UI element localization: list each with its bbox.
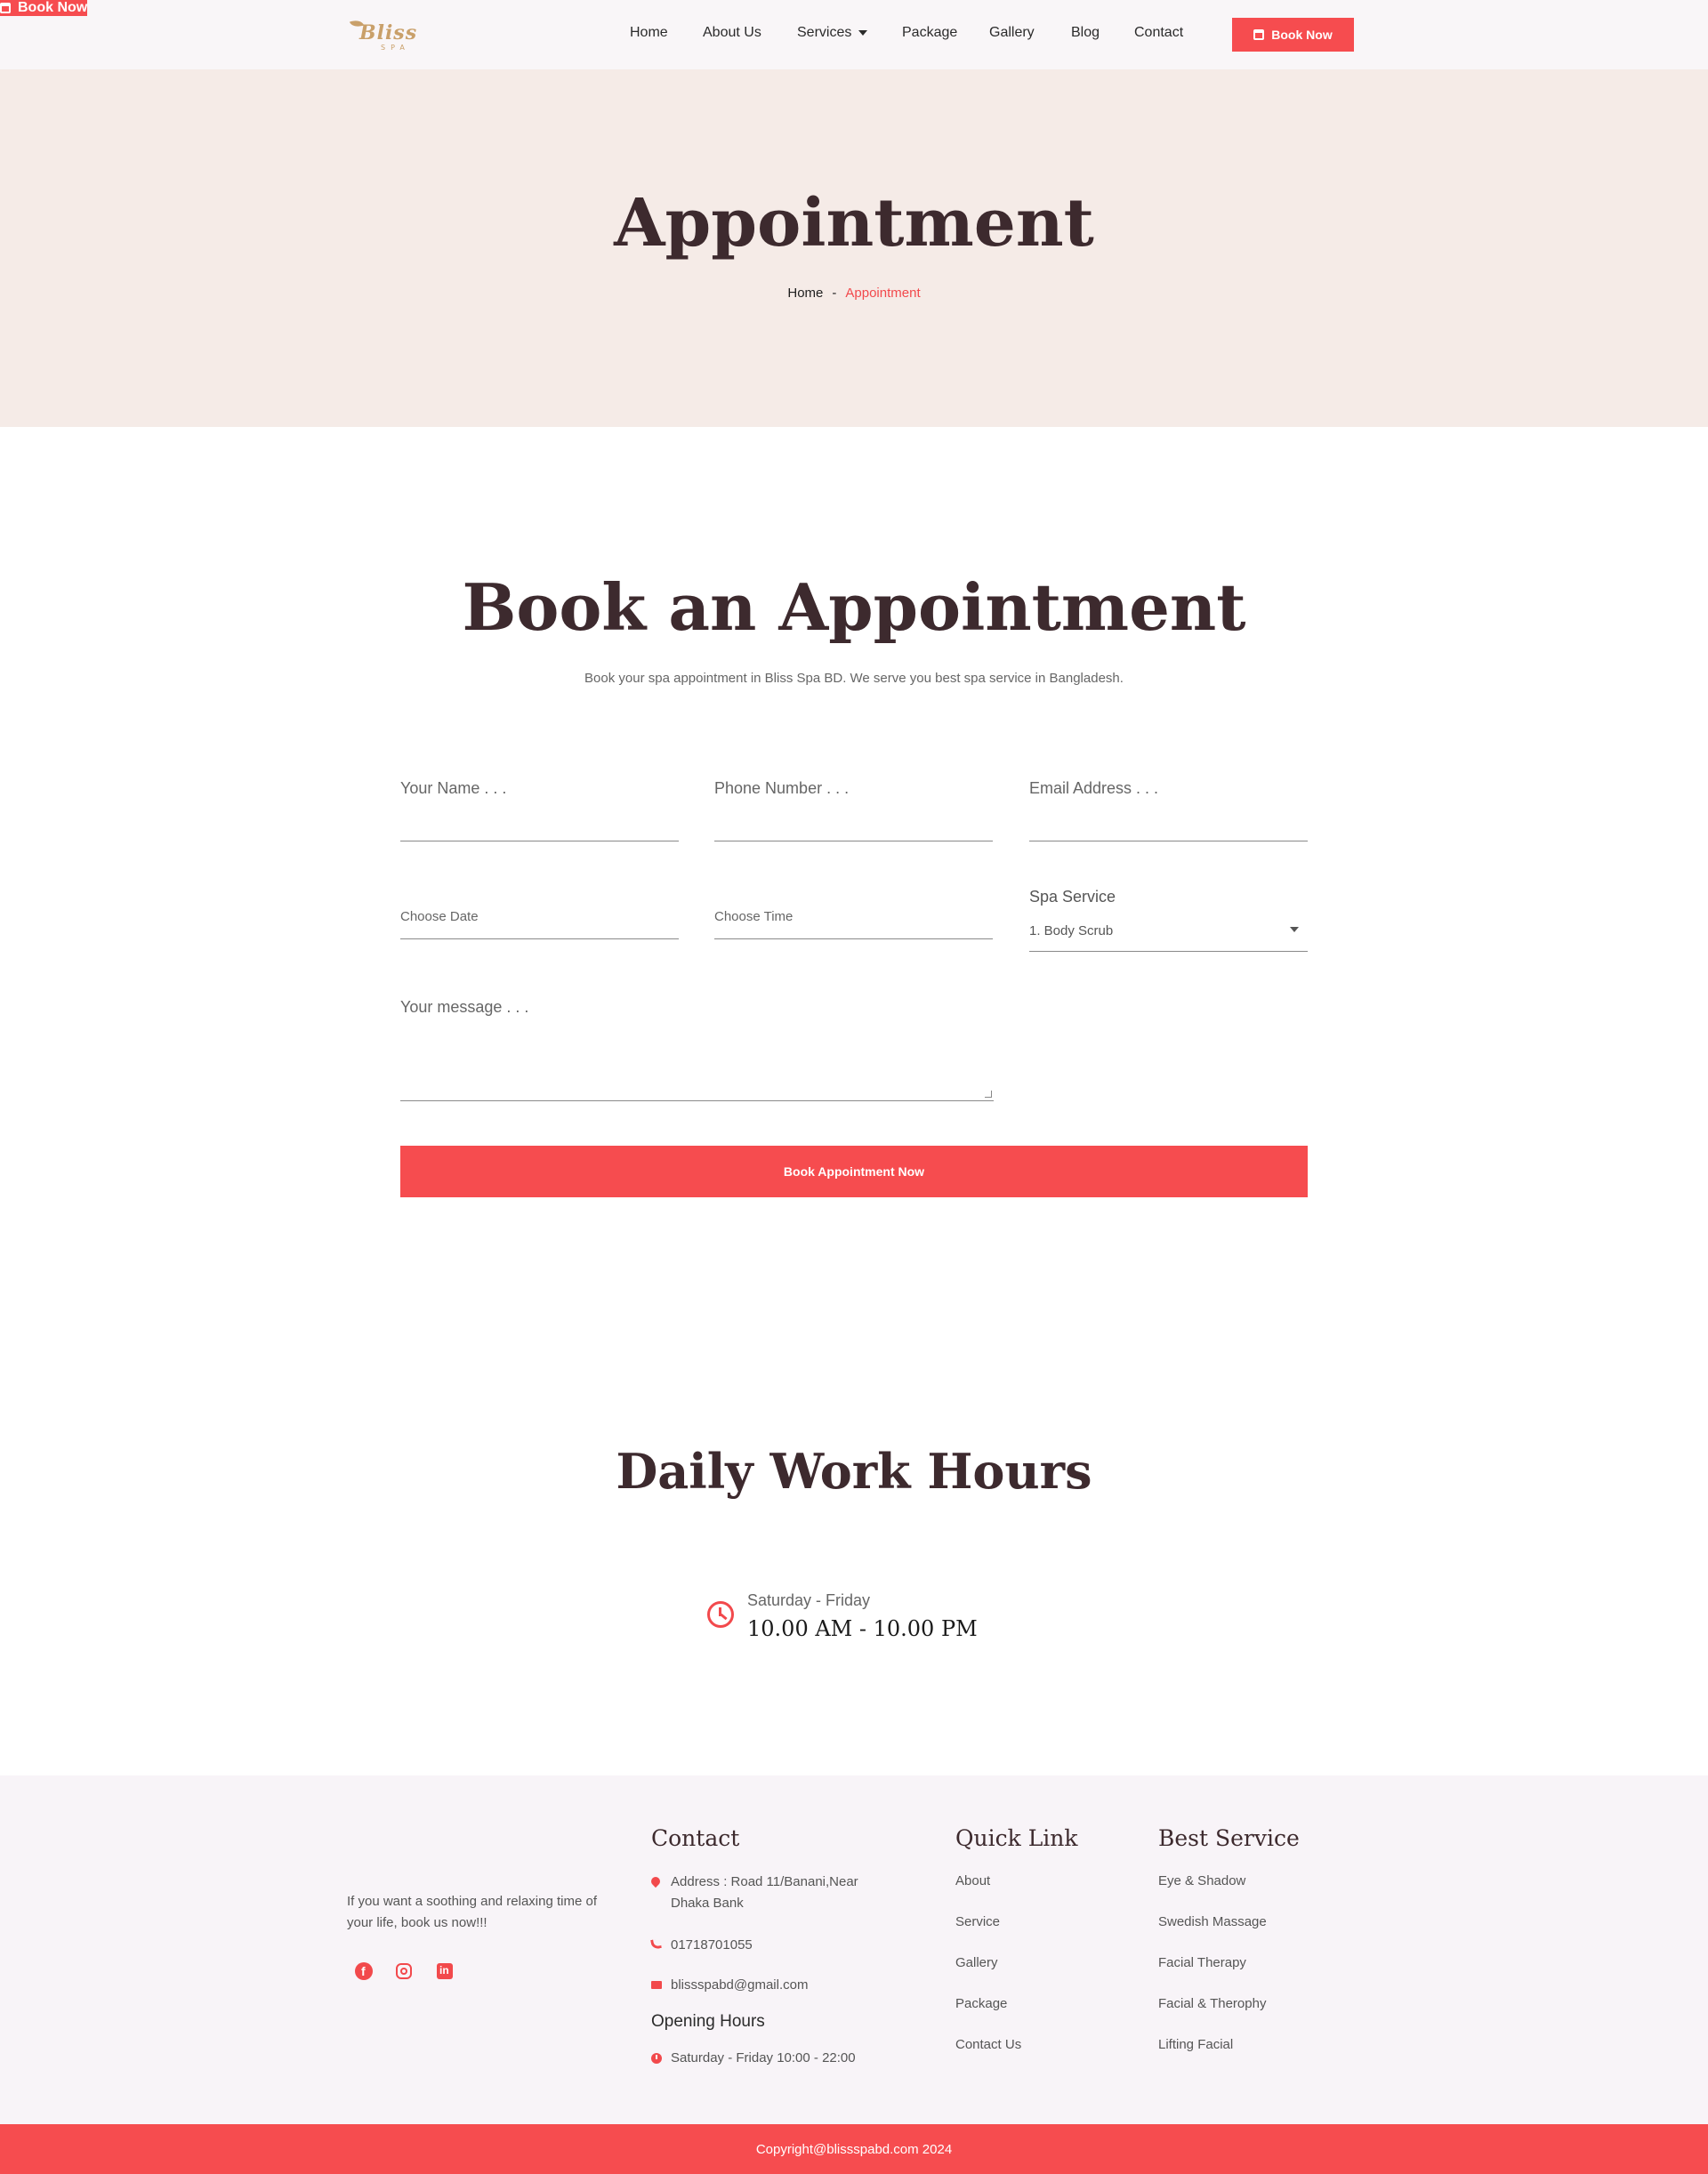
resize-handle-icon[interactable] — [985, 1091, 992, 1098]
best-service-link[interactable]: Facial & Therophy — [1158, 1996, 1266, 2011]
best-service-link[interactable]: Lifting Facial — [1158, 2037, 1233, 2052]
facebook-glyph: f — [361, 1964, 366, 1978]
footer-phone[interactable]: 01718701055 — [671, 1935, 753, 1956]
spa-service-select[interactable]: 1. Body Scrub — [1029, 916, 1308, 952]
chevron-down-icon — [1290, 927, 1299, 932]
envelope-icon — [651, 1981, 662, 1989]
clock-icon — [651, 2053, 662, 2064]
breadcrumb-current: Appointment — [845, 286, 921, 301]
nav-contact[interactable]: Contact — [1134, 25, 1183, 41]
site-footer — [0, 1775, 1708, 2124]
breadcrumb-home[interactable]: Home — [787, 286, 823, 301]
header-book-now-button[interactable]: Book Now — [1232, 18, 1354, 52]
nav-services-label: Services — [797, 25, 852, 40]
copyright-bar: Copyright@blissspabd.com 2024 — [0, 2124, 1708, 2174]
chevron-down-icon — [858, 29, 868, 36]
nav-home[interactable]: Home — [630, 25, 668, 41]
best-service-link[interactable]: Swedish Massage — [1158, 1914, 1267, 1929]
footer-address: Address : Road 11/Banani,Near Dhaka Bank — [671, 1874, 858, 1911]
book-appointment-button[interactable]: Book Appointment Now — [400, 1146, 1308, 1197]
booking-title: Book an Appointment — [462, 569, 1246, 645]
spa-service-label: Spa Service — [1029, 888, 1116, 906]
instagram-icon[interactable] — [396, 1963, 412, 1979]
quick-link-about[interactable]: About — [955, 1873, 990, 1888]
footer-email[interactable]: blissspabd@gmail.com — [671, 1975, 808, 1996]
linkedin-icon[interactable]: in — [437, 1963, 453, 1979]
page-hero: Appointment Home - Appointment — [0, 69, 1708, 427]
spa-service-value: 1. Body Scrub — [1029, 923, 1114, 938]
email-input[interactable] — [1029, 779, 1308, 798]
hours-title: Daily Work Hours — [616, 1443, 1092, 1500]
best-service-title: Best Service — [1158, 1825, 1300, 1851]
clock-icon — [707, 1601, 734, 1628]
best-service-link[interactable]: Eye & Shadow — [1158, 1873, 1245, 1888]
nav-services[interactable]: Services — [797, 25, 868, 41]
quick-link-service[interactable]: Service — [955, 1914, 1000, 1929]
quick-link-contact[interactable]: Contact Us — [955, 2037, 1021, 2052]
site-logo[interactable]: Bliss SPA — [347, 16, 418, 55]
site-header: Bliss SPA Home About Us Services Package… — [0, 0, 1708, 69]
nav-gallery[interactable]: Gallery — [989, 25, 1035, 41]
footer-about-text: If you want a soothing and relaxing time… — [347, 1894, 598, 1930]
page-title: Appointment — [614, 185, 1094, 262]
quick-link-gallery[interactable]: Gallery — [955, 1955, 998, 1970]
nav-about[interactable]: About Us — [703, 25, 761, 41]
nav-blog[interactable]: Blog — [1071, 25, 1100, 41]
email-field — [1029, 772, 1308, 841]
hours-time: 10.00 AM - 10.00 PM — [747, 1616, 978, 1641]
hours-days: Saturday - Friday — [747, 1591, 871, 1609]
phone-input[interactable] — [714, 779, 993, 798]
nav-package[interactable]: Package — [902, 25, 957, 41]
name-field — [400, 772, 679, 841]
breadcrumb: Home - Appointment — [0, 286, 1708, 301]
phone-field — [714, 772, 993, 841]
facebook-icon[interactable]: f — [355, 1962, 373, 1980]
copyright-text: Copyright@blissspabd.com 2024 — [755, 2141, 953, 2157]
footer-book-now-button[interactable]: Book Now — [0, 0, 88, 16]
logo-sub: SPA — [381, 44, 410, 52]
time-field — [714, 898, 993, 939]
calendar-icon — [0, 3, 11, 13]
date-input[interactable] — [400, 909, 679, 924]
name-input[interactable] — [400, 779, 679, 798]
quick-link-title: Quick Link — [955, 1825, 1078, 1851]
opening-hours-title: Opening Hours — [651, 2012, 765, 2031]
header-book-now-label: Book Now — [1271, 28, 1333, 42]
opening-hours-text: Saturday - Friday 10:00 - 22:00 — [671, 2050, 856, 2065]
time-input[interactable] — [714, 909, 993, 924]
message-input[interactable] — [400, 998, 994, 1096]
message-field — [400, 994, 994, 1101]
breadcrumb-separator: - — [832, 286, 837, 301]
logo-word: Bliss — [359, 21, 418, 44]
quick-link-package[interactable]: Package — [955, 1996, 1007, 2011]
booking-subtitle: Book your spa appointment in Bliss Spa B… — [584, 671, 1124, 686]
best-service-link[interactable]: Facial Therapy — [1158, 1955, 1246, 1970]
footer-contact-title: Contact — [651, 1825, 740, 1851]
date-field — [400, 898, 679, 939]
footer-book-now-label: Book Now — [18, 0, 88, 15]
calendar-icon — [1253, 29, 1265, 40]
linkedin-glyph: in — [439, 1964, 449, 1977]
